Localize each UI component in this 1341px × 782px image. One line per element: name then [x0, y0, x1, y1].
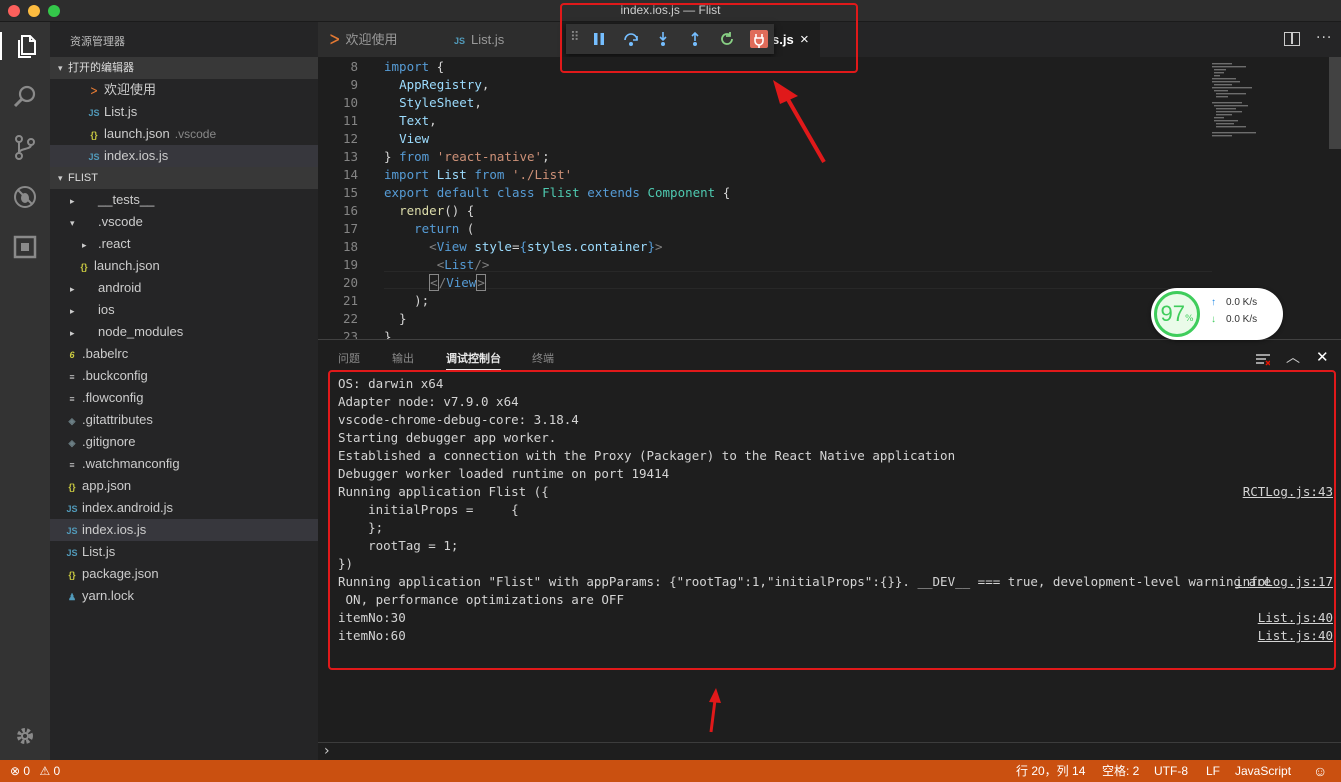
error-icon: ⊗: [10, 764, 21, 778]
language-mode[interactable]: JavaScript: [1235, 760, 1291, 782]
annotation-arrows: [709, 80, 826, 733]
warning-icon: ⚠: [39, 764, 51, 778]
error-count: 0: [23, 764, 31, 778]
feedback-smiley-icon[interactable]: ☺: [1313, 760, 1327, 782]
status-bar: ⊗ 0 ⚠ 0 行 20，列 14 空格: 2 UTF-8 LF JavaScr…: [0, 760, 1341, 782]
encoding[interactable]: UTF-8: [1154, 760, 1188, 782]
problems-indicator[interactable]: ⊗ 0 ⚠ 0: [10, 760, 60, 782]
arrow-to-console: [709, 688, 721, 733]
indentation[interactable]: 空格: 2: [1102, 760, 1139, 782]
cursor-position[interactable]: 行 20，列 14: [1016, 760, 1085, 782]
arrow-to-toolbar: [773, 80, 826, 163]
warning-count: 0: [53, 764, 61, 778]
line-ending[interactable]: LF: [1206, 760, 1220, 782]
